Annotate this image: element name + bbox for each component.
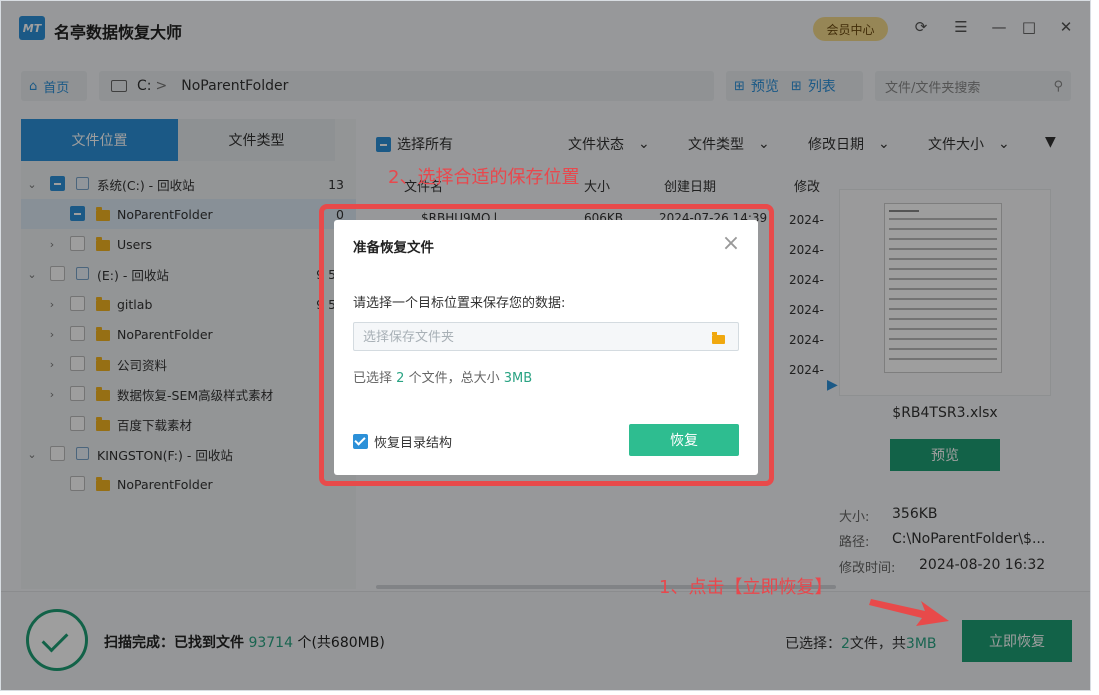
summary-count: 2 (396, 371, 405, 386)
dialog-recover-button[interactable]: 恢复 (629, 424, 739, 456)
save-folder-input[interactable] (353, 322, 739, 351)
keep-structure-option[interactable]: 恢复目录结构 (353, 432, 452, 451)
recover-dialog: 准备恢复文件 × 请选择一个目标位置来保存您的数据: 已选择 2 个文件，总大小… (334, 220, 758, 475)
keep-structure-checkbox[interactable] (353, 434, 368, 449)
keep-structure-label: 恢复目录结构 (374, 436, 453, 451)
dialog-title: 准备恢复文件 (353, 240, 434, 256)
dialog-prompt: 请选择一个目标位置来保存您的数据: (353, 296, 566, 311)
summary-size: 3MB (503, 371, 533, 386)
annotation-step-2: 2、选择合适的保存位置 (388, 167, 580, 188)
annotation-step-1: 1、点击【立即恢复】 (659, 577, 833, 598)
dialog-close-icon[interactable]: × (720, 233, 742, 255)
folder-icon[interactable] (712, 332, 725, 344)
annotation-arrow-icon (869, 599, 949, 626)
app-window: MT 名亭数据恢复大师 会员中心 ⟳ ☰ — □ ✕ ⌂ 首页 C: > NoP… (0, 0, 1091, 691)
dialog-summary: 已选择 2 个文件，总大小 3MB (353, 367, 532, 386)
summary-prefix: 已选择 (353, 371, 393, 386)
summary-mid: 个文件，总大小 (408, 371, 500, 386)
